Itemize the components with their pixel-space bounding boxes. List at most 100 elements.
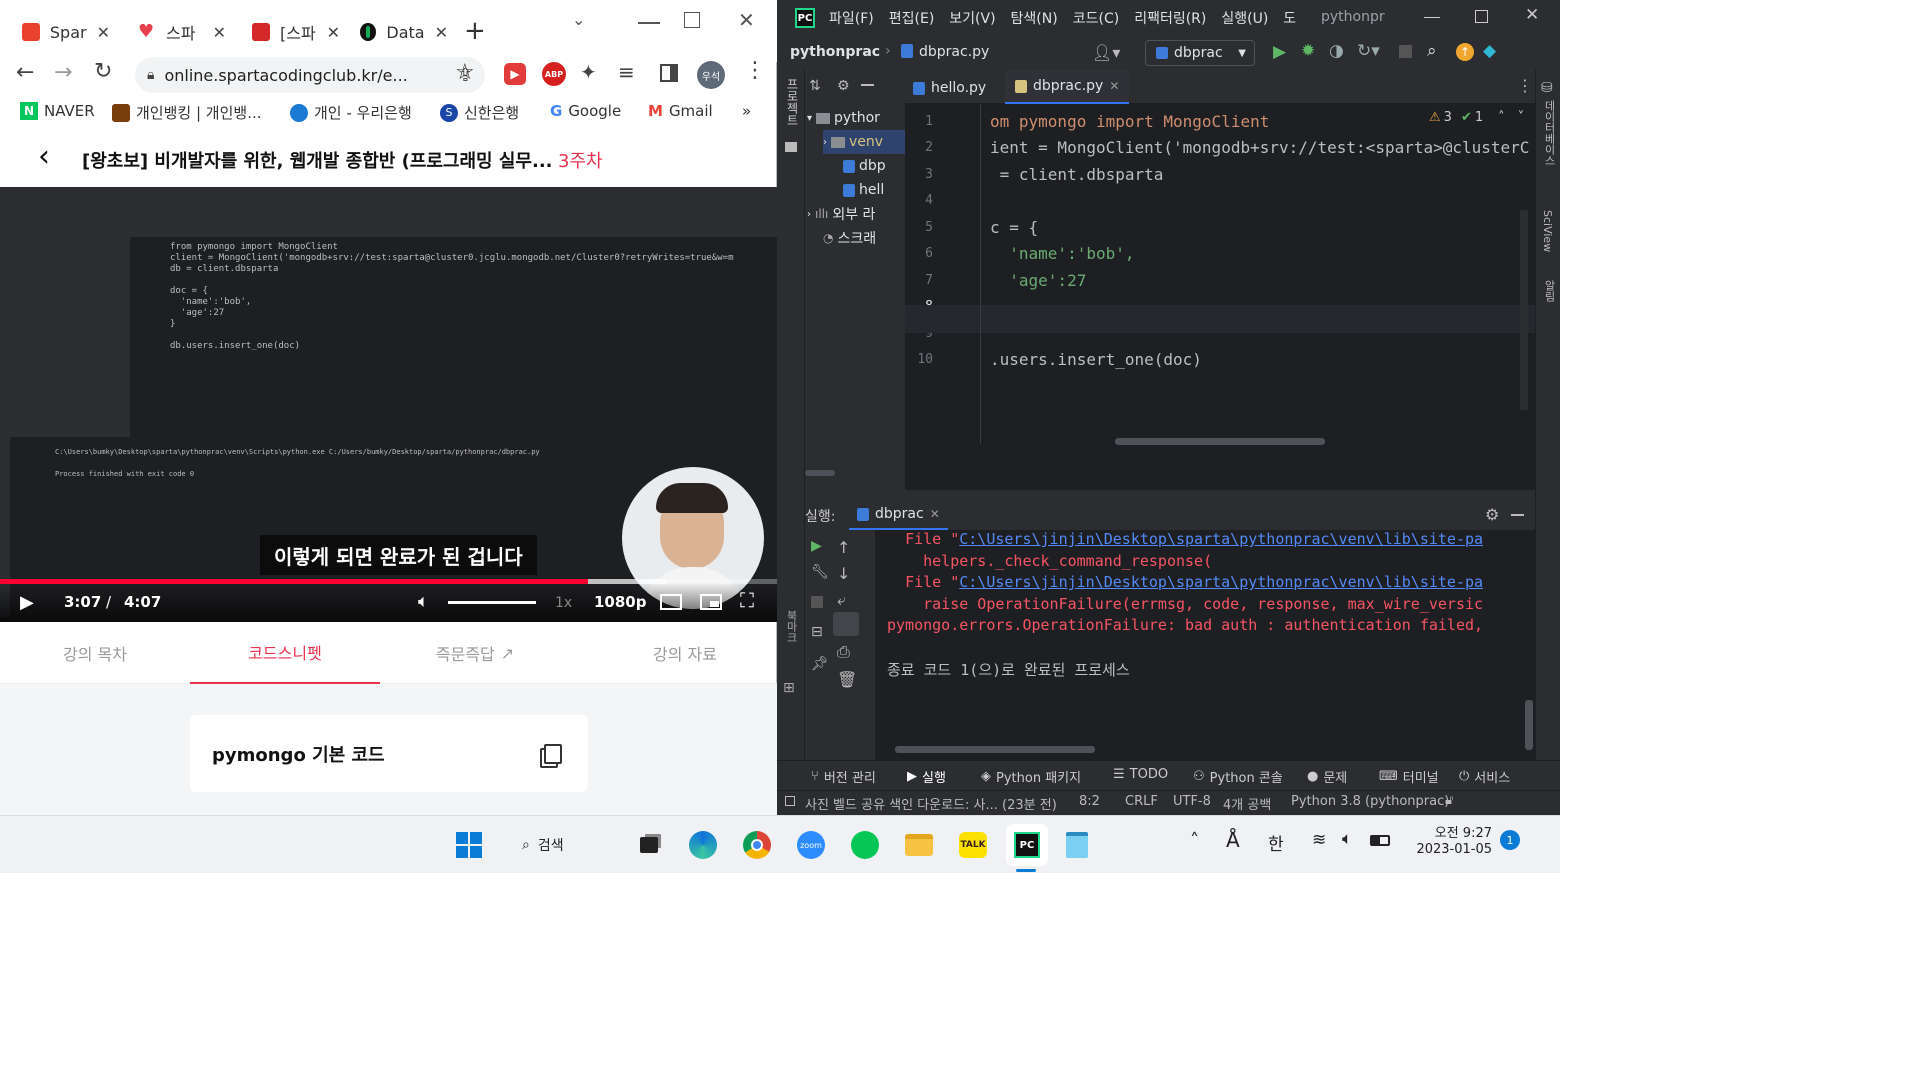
file-explorer-icon[interactable] <box>902 828 936 862</box>
run-icon[interactable]: ▶ <box>1273 42 1286 62</box>
video-progress-track[interactable] <box>0 579 777 584</box>
battery-icon[interactable] <box>1370 835 1390 846</box>
chrome-icon[interactable] <box>740 828 774 862</box>
tool-problems[interactable]: ● 문제 <box>1307 767 1347 786</box>
video-player[interactable]: from pymongo import MongoClient client =… <box>0 187 777 622</box>
sciview-tool-label[interactable]: SciView <box>1541 210 1554 252</box>
bookmark-shinhan-bank[interactable]: S 신한은행 <box>440 102 519 123</box>
run-output[interactable]: File "C:\Users\jinjin\Desktop\sparta\pyt… <box>887 530 1527 740</box>
ide-menu-item[interactable]: 도 <box>1283 8 1296 28</box>
snippet-card[interactable]: pymongo 기본 코드 <box>190 715 588 792</box>
user-icon[interactable]: 👤︎▾ <box>1092 43 1120 62</box>
adblock-icon[interactable]: ABP <box>542 62 566 86</box>
code-line[interactable]: 7 'age':27 <box>905 267 1535 294</box>
soft-wrap-icon[interactable]: ⤶ <box>837 590 846 610</box>
ide-close-icon[interactable]: ✕ <box>1525 5 1539 25</box>
close-icon[interactable]: ✕ <box>327 23 340 42</box>
arrow-down-icon[interactable]: ↓ <box>837 564 850 583</box>
database-icon[interactable]: ⛁ <box>1541 80 1553 96</box>
pycharm-taskbar-icon[interactable]: PC <box>1006 824 1048 866</box>
copy-icon[interactable] <box>544 743 562 764</box>
tool-terminal[interactable]: ⌨ 터미널 <box>1379 767 1439 786</box>
clock-date[interactable]: 2023-01-05 <box>1412 842 1492 857</box>
ide-menu-item[interactable]: 실행(U) <box>1221 8 1268 28</box>
edge-icon[interactable] <box>686 828 720 862</box>
wrench-icon[interactable]: 🔧︎ <box>811 564 829 580</box>
status-checkbox-icon[interactable] <box>785 796 795 806</box>
editor-tab-hello[interactable]: hello.py <box>913 74 986 102</box>
stop-icon[interactable] <box>811 596 823 608</box>
folder-icon[interactable] <box>785 142 797 152</box>
tree-item-venv[interactable]: › venv <box>823 130 905 154</box>
ide-menu-item[interactable]: 편집(E) <box>889 8 935 28</box>
tab-qna[interactable]: 즉문즉답 ↗ <box>380 622 570 684</box>
ide-menu-item[interactable]: 파일(F) <box>829 8 874 28</box>
tool-python-packages[interactable]: ◈ Python 패키지 <box>981 767 1081 786</box>
fullscreen-icon[interactable]: ⛶ <box>740 588 754 612</box>
maximize-icon[interactable] <box>684 12 700 28</box>
back-chevron-icon[interactable]: ‹ <box>38 139 50 174</box>
code-line[interactable]: 2 ient = MongoClient('mongodb+srv://test:… <box>905 135 1535 162</box>
ime-indicator[interactable]: 한 <box>1268 830 1284 855</box>
browser-tab-3[interactable]: [스파 ✕ <box>238 12 352 52</box>
collapse-icon[interactable]: ⇅ <box>809 78 821 94</box>
profile-run-icon[interactable]: ↻▾ <box>1357 41 1380 61</box>
chevron-up-icon[interactable]: ˄ <box>1190 830 1199 851</box>
browser-tab-4[interactable]: Data ✕ <box>346 12 460 52</box>
code-line[interactable]: 1 om pymongo import MongoClient <box>905 108 1535 135</box>
tool-services[interactable]: ⏻ 서비스 <box>1459 767 1510 786</box>
side-panel-icon[interactable] <box>660 64 678 82</box>
pen-icon[interactable]: Å <box>1226 828 1240 852</box>
tool-run[interactable]: ▶ 실행 <box>907 767 946 786</box>
tool-version-control[interactable]: ⑂ 버전 관리 <box>811 767 876 786</box>
debug-icon[interactable]: ✹ <box>1301 41 1315 61</box>
ide-menu-item[interactable]: 리팩터링(R) <box>1134 8 1206 28</box>
new-tab-button[interactable]: + <box>464 16 486 46</box>
volume-icon[interactable]: 🔈︎ <box>418 591 429 612</box>
bookmark-gmail[interactable]: M Gmail <box>648 102 713 120</box>
run-file-link[interactable]: C:\Users\jinjin\Desktop\sparta\pythonpra… <box>959 530 1483 548</box>
ide-menu-item[interactable]: 코드(C) <box>1073 8 1119 28</box>
ide-maximize-icon[interactable] <box>1475 10 1488 23</box>
bookmarks-more[interactable]: » <box>742 102 751 120</box>
close-icon[interactable]: ✕ <box>930 507 940 521</box>
wifi-icon[interactable]: ≋ <box>1312 830 1326 850</box>
ide-menu-item[interactable]: 보기(V) <box>949 8 995 28</box>
tab-code-snippet[interactable]: 코드스니펫 <box>190 622 380 684</box>
code-line[interactable]: 6 'name':'bob', <box>905 241 1535 268</box>
zoom-icon[interactable]: zoom <box>794 828 828 862</box>
close-icon[interactable]: ✕ <box>1109 79 1119 93</box>
breadcrumb-project[interactable]: pythonprac <box>790 44 880 60</box>
run-config-select[interactable]: dbprac ▼ <box>1145 40 1255 66</box>
breadcrumb-file[interactable]: dbprac.py <box>919 44 989 60</box>
print-icon[interactable]: ⎙ <box>837 642 850 662</box>
extension-red-icon[interactable]: ▶ <box>504 63 526 85</box>
run-h-scrollbar[interactable] <box>895 746 1095 753</box>
omnibox[interactable]: 🔒︎ online.spartacodingclub.kr/e... ⇪ <box>135 57 485 93</box>
tree-item-hello[interactable]: hell <box>843 178 905 202</box>
hide-icon[interactable] <box>861 84 874 86</box>
jetbrains-ai-icon[interactable]: ◆ <box>1483 41 1496 61</box>
project-tool-label[interactable]: 프로젝트 <box>784 78 801 126</box>
status-encoding[interactable]: UTF-8 <box>1173 794 1211 809</box>
search-icon[interactable]: ⌕ <box>1427 41 1437 61</box>
editor-tab-dbprac[interactable]: dbprac.py ✕ <box>1005 70 1130 104</box>
tab-lecture-index[interactable]: 강의 목차 <box>0 622 190 684</box>
run-v-scrollbar[interactable] <box>1525 700 1533 750</box>
close-icon[interactable]: ✕ <box>213 23 226 42</box>
window-close-icon[interactable]: ✕ <box>738 8 755 32</box>
volume-icon[interactable]: 🔈︎ <box>1342 829 1352 849</box>
scroll-to-end-icon[interactable] <box>833 612 859 636</box>
code-line[interactable]: 5 c = { <box>905 214 1535 241</box>
notification-badge[interactable]: 1 <box>1500 830 1520 850</box>
bookmark-google[interactable]: G Google <box>550 102 621 120</box>
tab-lecture-materials[interactable]: 강의 자료 <box>590 622 780 684</box>
database-tool-label[interactable]: 데이터베이스 <box>1541 100 1557 166</box>
notifications-tool-label[interactable]: 알림 <box>1541 280 1557 302</box>
settings-gear-icon[interactable]: ⚙ <box>837 78 850 94</box>
editor-h-scrollbar[interactable] <box>1115 438 1325 445</box>
windows-start-icon[interactable] <box>452 828 486 862</box>
tool-todo[interactable]: ☰ TODO <box>1113 767 1168 782</box>
code-area[interactable]: 1 om pymongo import MongoClient 2 ient = Mo… <box>905 104 1535 490</box>
tree-item-external-libs[interactable]: › ıllı 외부 라 <box>807 202 905 226</box>
